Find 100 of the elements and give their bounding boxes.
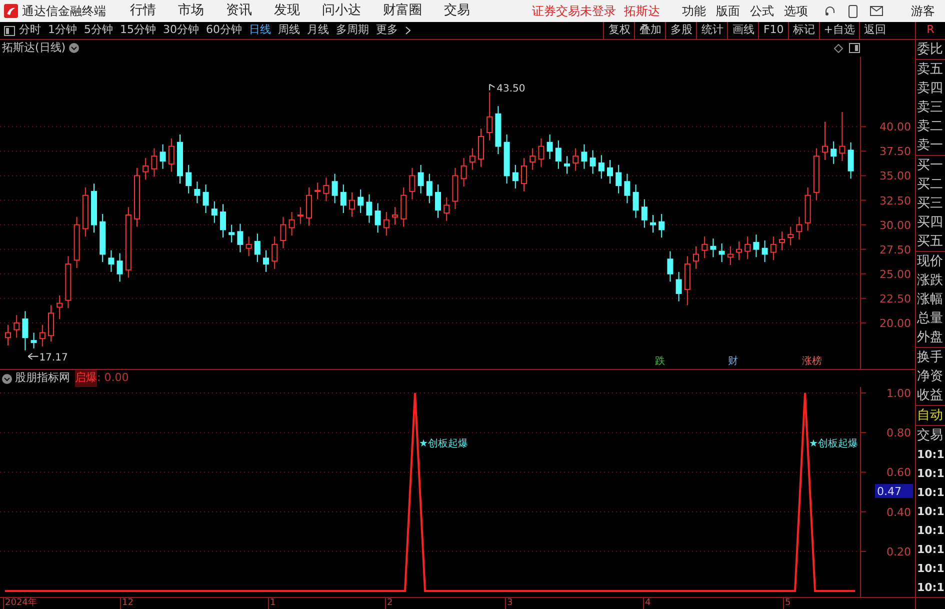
high-marker — [489, 84, 496, 91]
period-tab[interactable]: 15分钟 — [120, 22, 156, 39]
period-tab[interactable]: 周线 — [278, 22, 300, 39]
menu-item[interactable]: 选项 — [784, 2, 808, 20]
candlestick — [521, 158, 527, 192]
toolbar-tail-label[interactable]: R — [915, 22, 945, 39]
period-tab[interactable]: 月线 — [307, 22, 329, 39]
quote-field-label: 外盘 — [916, 329, 944, 347]
time-label: 10:1 — [916, 466, 945, 482]
period-tab[interactable]: 分时 — [19, 22, 41, 39]
diamond-icon[interactable] — [834, 44, 843, 53]
date-axis-label: 2 — [385, 598, 393, 609]
time-label: 10:1 — [916, 580, 945, 596]
period-tab[interactable]: 60分钟 — [206, 22, 242, 39]
menu-item[interactable]: 发现 — [274, 1, 300, 21]
panel-toggle-icon[interactable] — [849, 43, 860, 54]
login-status[interactable]: 证券交易未登录 — [532, 2, 616, 20]
tool-button[interactable]: 叠加 — [634, 22, 666, 39]
candlestick — [237, 223, 244, 253]
candlestick — [116, 252, 123, 282]
chevron-right-icon[interactable] — [405, 26, 411, 35]
quote-field-label: 交易 — [916, 427, 944, 445]
candlestick — [14, 314, 20, 338]
quote-field-label: 总量 — [916, 310, 944, 328]
tool-button[interactable]: 复权 — [603, 22, 634, 39]
candlestick — [366, 194, 372, 224]
axis-label: 35.00 — [880, 170, 911, 183]
candlestick — [555, 140, 562, 170]
candlestick — [288, 211, 295, 236]
period-tab[interactable]: 日线 — [249, 22, 271, 39]
tool-button[interactable]: 统计 — [696, 22, 728, 39]
mail-icon[interactable] — [870, 6, 883, 16]
menu-item[interactable]: 问小达 — [322, 1, 361, 21]
quote-field-label: 买四 — [916, 214, 944, 232]
candlestick — [228, 224, 235, 243]
chevron-down-icon[interactable] — [68, 43, 79, 54]
candlestick — [590, 150, 596, 174]
period-tab[interactable]: 1分钟 — [48, 22, 77, 39]
chevron-down-icon[interactable] — [2, 374, 12, 384]
candlestick — [616, 164, 622, 194]
candlestick — [469, 148, 476, 170]
user-label[interactable]: 游客 — [911, 2, 935, 20]
menu-item[interactable]: 资讯 — [226, 1, 252, 21]
candlestick — [753, 234, 760, 258]
candlestick — [392, 206, 398, 226]
tool-button[interactable]: 标记 — [788, 22, 819, 39]
axis-label: 0.80 — [886, 426, 911, 440]
panel-toggle-icon[interactable] — [4, 26, 15, 36]
candlestick — [254, 233, 260, 263]
period-tab[interactable]: 多周期 — [336, 22, 369, 39]
headset-icon[interactable] — [824, 5, 836, 17]
tool-button[interactable]: 画线 — [727, 22, 758, 39]
candlestick — [444, 196, 450, 222]
menu-item[interactable]: 财富圈 — [383, 1, 422, 21]
candlestick — [400, 186, 407, 228]
quote-field-label: 卖一 — [916, 137, 944, 155]
axis-label: 0.40 — [886, 506, 911, 519]
period-tab[interactable]: 30分钟 — [163, 22, 199, 39]
menu-item[interactable]: 行情 — [130, 1, 156, 21]
period-tab[interactable]: 更多 — [376, 22, 398, 39]
date-axis-label: 4 — [643, 598, 651, 609]
candlestick — [409, 167, 416, 200]
tool-button[interactable]: 返回 — [859, 22, 890, 39]
quote-field-label: 涨幅 — [916, 291, 944, 309]
candlestick — [830, 140, 837, 164]
candlestick — [48, 304, 54, 342]
event-marker[interactable]: 涨榜 — [802, 356, 822, 367]
quote-field-label: 买一 — [916, 157, 944, 175]
candlestick — [736, 240, 742, 261]
menu-item[interactable]: 版面 — [716, 2, 740, 20]
axis-label: 27.50 — [880, 243, 911, 256]
stock-link[interactable]: 拓斯达 — [624, 2, 660, 20]
signal-label: ★创板起爆 — [419, 438, 468, 450]
tool-button[interactable]: 多股 — [665, 22, 696, 39]
event-marker[interactable]: 跌 — [655, 356, 665, 367]
candlestick — [340, 184, 346, 214]
indicator-value: : 0.00 — [97, 370, 129, 386]
candlestick — [168, 138, 174, 172]
time-label: 10:1 — [916, 523, 945, 539]
time-label: 10:1 — [916, 504, 945, 520]
tool-button[interactable]: +自选 — [818, 22, 859, 39]
quote-field-label: 收益 — [916, 387, 944, 405]
menu-item[interactable]: 市场 — [178, 1, 204, 21]
axis-label: 1.00 — [886, 387, 911, 400]
menu-item[interactable]: 公式 — [750, 2, 774, 20]
indicator-name: 股朋指标网 — [15, 370, 70, 386]
phone-icon[interactable] — [848, 4, 858, 18]
candlestick — [151, 148, 158, 178]
candlestick — [435, 184, 441, 218]
quote-field-label: 委比 — [916, 41, 944, 59]
candlestick — [142, 158, 149, 180]
event-marker[interactable]: 财 — [728, 356, 738, 367]
candlestick — [56, 294, 63, 320]
axis-label: 25.00 — [880, 268, 911, 281]
candlestick — [374, 202, 381, 234]
menu-item[interactable]: 功能 — [682, 2, 706, 20]
period-tab[interactable]: 5分钟 — [84, 22, 113, 39]
menu-item[interactable]: 交易 — [444, 1, 470, 21]
tool-button[interactable]: F10 — [758, 22, 788, 39]
candlestick — [220, 204, 226, 238]
